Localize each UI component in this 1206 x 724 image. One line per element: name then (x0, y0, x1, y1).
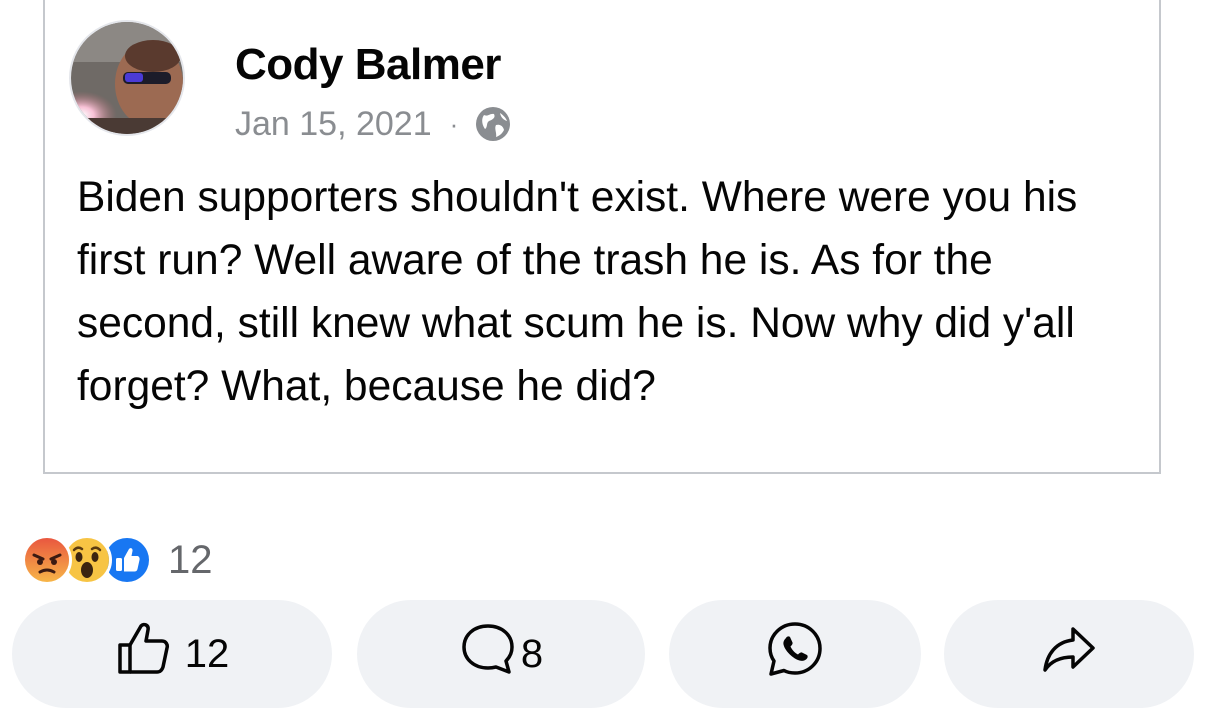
like-button[interactable]: 12 (12, 600, 332, 708)
post-page: Cody Balmer Jan 15, 2021 · Biden support… (0, 0, 1206, 724)
thumbs-up-icon (115, 620, 173, 688)
share-arrow-icon (1040, 620, 1098, 688)
post-date[interactable]: Jan 15, 2021 (235, 105, 432, 144)
comment-count: 8 (520, 631, 544, 676)
post-body-text: Biden supporters shouldn't exist. Where … (77, 174, 1078, 410)
share-button[interactable] (944, 600, 1194, 708)
meta-separator: · (449, 108, 459, 139)
author-avatar[interactable] (69, 20, 185, 136)
shared-post-card[interactable]: Cody Balmer Jan 15, 2021 · Biden support… (43, 0, 1161, 474)
post-meta: Jan 15, 2021 · (235, 102, 512, 146)
author-name[interactable]: Cody Balmer (235, 40, 501, 90)
reaction-count[interactable]: 12 (168, 538, 213, 583)
like-count: 12 (184, 631, 230, 676)
reaction-summary[interactable]: 12 (22, 534, 213, 586)
whatsapp-share-button[interactable] (669, 600, 921, 708)
angry-reaction-icon (22, 535, 72, 585)
comment-bubble-icon (459, 620, 517, 688)
action-bar: 12 8 (0, 600, 1206, 710)
comment-button[interactable]: 8 (357, 600, 645, 708)
globe-icon[interactable] (474, 105, 512, 143)
whatsapp-icon (765, 619, 825, 689)
